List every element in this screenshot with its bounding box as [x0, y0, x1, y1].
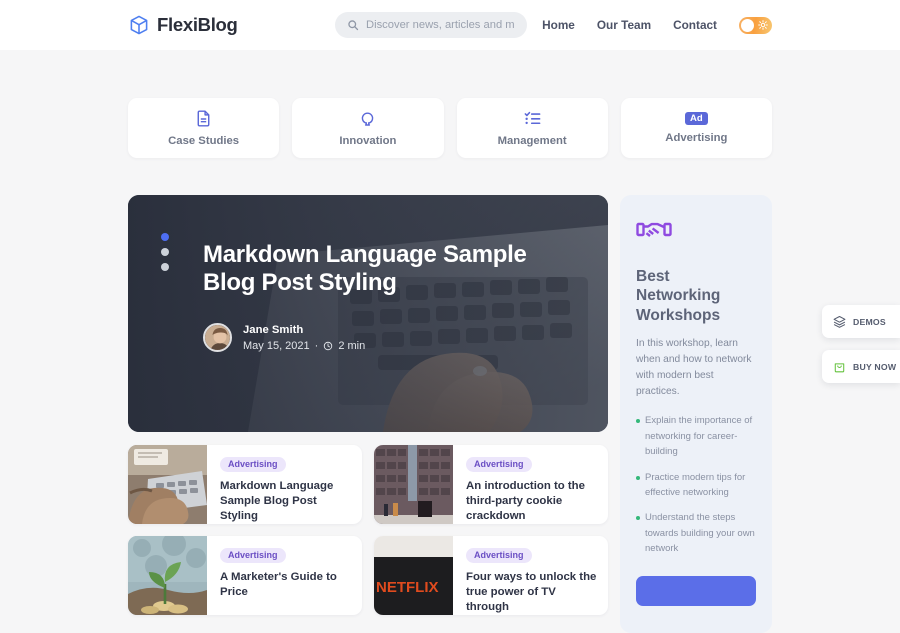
search-input[interactable]: Discover news, articles and more.	[335, 12, 527, 38]
hero-author: Jane Smith	[243, 323, 304, 336]
widget-title: Best Networking Workshops	[636, 268, 721, 324]
search-placeholder: Discover news, articles and more.	[366, 19, 515, 31]
category-case-studies[interactable]: Case Studies	[128, 98, 280, 158]
carousel-dot-1[interactable]	[161, 233, 169, 241]
post-tag[interactable]: Advertising	[220, 548, 286, 563]
brand-logo[interactable]: FlexiBlog	[128, 14, 238, 36]
carousel-dot-3[interactable]	[161, 263, 169, 271]
shopping-bag-icon	[834, 363, 845, 373]
avatar	[203, 323, 232, 353]
nav-item-home[interactable]: Home	[542, 18, 575, 32]
hero-read-time: 2 min	[338, 339, 366, 352]
post-body: Advertising An introduction to the third…	[453, 445, 608, 524]
document-icon	[197, 110, 210, 127]
hero-separator: ·	[314, 339, 319, 352]
category-label: Case Studies	[168, 135, 240, 147]
hero-carousel-dots	[161, 233, 169, 271]
sun-icon	[758, 19, 768, 30]
post-thumbnail	[128, 445, 207, 524]
hero-title: Markdown Language Sample Blog Post Styli…	[203, 241, 527, 297]
floating-action-rail: DEMOS BUY NOW	[822, 305, 900, 395]
category-label: Innovation	[339, 135, 397, 147]
hero-text-block: Markdown Language Sample Blog Post Styli…	[203, 241, 572, 353]
post-tag[interactable]: Advertising	[466, 548, 532, 563]
site-header: FlexiBlog Discover news, articles and mo…	[0, 0, 900, 50]
post-card[interactable]: NETFLIX Advertising Four ways to unlock …	[374, 536, 608, 615]
building-facade-photo	[374, 445, 453, 524]
hero-featured-post[interactable]: Markdown Language Sample Blog Post Styli…	[128, 195, 608, 432]
buy-now-label: BUY NOW	[853, 361, 897, 372]
category-label: Management	[497, 135, 567, 147]
widget-cta-button[interactable]	[636, 576, 756, 607]
avatar-photo	[205, 325, 230, 351]
theme-toggle[interactable]	[739, 16, 772, 34]
post-card[interactable]: Advertising An introduction to the third…	[374, 445, 608, 524]
ad-badge-icon: Ad	[685, 111, 708, 126]
post-title: Markdown Language Sample Blog Post Styli…	[220, 480, 334, 523]
handshake-icon	[636, 222, 672, 237]
post-tag[interactable]: Advertising	[220, 457, 286, 472]
widget-bullet-list: Explain the importance of networking for…	[636, 413, 756, 556]
post-card[interactable]: Advertising Markdown Language Sample Blo…	[128, 445, 362, 524]
networking-workshop-widget: Best Networking Workshops In this worksh…	[620, 195, 772, 633]
category-management[interactable]: Management	[456, 98, 608, 158]
post-title: A Marketer's Guide to Price	[220, 571, 337, 599]
demos-label: DEMOS	[853, 316, 886, 327]
carousel-dot-2[interactable]	[161, 248, 169, 256]
svg-text:NETFLIX: NETFLIX	[376, 579, 439, 596]
hero-date: May 15, 2021	[243, 339, 310, 352]
category-label: Advertising	[665, 132, 728, 145]
demos-button[interactable]: DEMOS	[822, 305, 900, 338]
widget-bullet: Understand the steps towards building yo…	[636, 510, 756, 556]
toggle-knob	[741, 18, 754, 32]
widget-description: In this workshop, learn when and how to …	[636, 338, 752, 397]
clock-icon	[324, 341, 333, 350]
main-column: Markdown Language Sample Blog Post Styli…	[128, 195, 608, 633]
main-navigation: Home Our Team Contact	[542, 16, 772, 34]
nav-item-our-team[interactable]: Our Team	[597, 18, 651, 32]
cube-icon	[130, 15, 148, 35]
category-advertising[interactable]: Ad Advertising	[620, 98, 772, 158]
laptop-hands-photo	[128, 445, 207, 524]
post-card[interactable]: Advertising A Marketer's Guide to Price	[128, 536, 362, 615]
brand-name: FlexiBlog	[157, 14, 238, 35]
search-icon	[348, 20, 359, 31]
post-body: Advertising Four ways to unlock the true…	[453, 536, 608, 615]
content-area: Markdown Language Sample Blog Post Styli…	[128, 195, 772, 633]
layers-icon	[833, 316, 846, 328]
post-title: An introduction to the third-party cooki…	[466, 480, 585, 523]
widget-bullet: Explain the importance of networking for…	[636, 413, 756, 459]
checklist-icon	[524, 111, 541, 125]
post-body: Advertising A Marketer's Guide to Price	[207, 536, 362, 615]
widget-bullet: Practice modern tips for effective netwo…	[636, 470, 756, 501]
hero-submeta: May 15, 2021 · 2 min	[243, 340, 365, 352]
category-innovation[interactable]: Innovation	[292, 98, 444, 158]
lightbulb-icon	[362, 112, 374, 126]
post-tag[interactable]: Advertising	[466, 457, 532, 472]
sidebar-column: Best Networking Workshops In this worksh…	[620, 195, 772, 633]
post-title: Four ways to unlock the true power of TV…	[466, 571, 597, 614]
post-thumbnail: NETFLIX	[374, 536, 453, 615]
post-body: Advertising Markdown Language Sample Blo…	[207, 445, 362, 524]
nav-item-contact[interactable]: Contact	[673, 18, 717, 32]
post-thumbnail	[128, 536, 207, 615]
post-card-grid: Advertising Markdown Language Sample Blo…	[128, 445, 608, 615]
hero-meta: Jane Smith May 15, 2021 · 2 min	[203, 323, 572, 353]
plant-coins-photo	[128, 536, 207, 615]
category-tiles: Case Studies Innovation Management Ad Ad…	[128, 98, 772, 158]
netflix-logo-photo: NETFLIX	[374, 536, 453, 615]
buy-now-button[interactable]: BUY NOW	[822, 350, 900, 383]
post-thumbnail	[374, 445, 453, 524]
